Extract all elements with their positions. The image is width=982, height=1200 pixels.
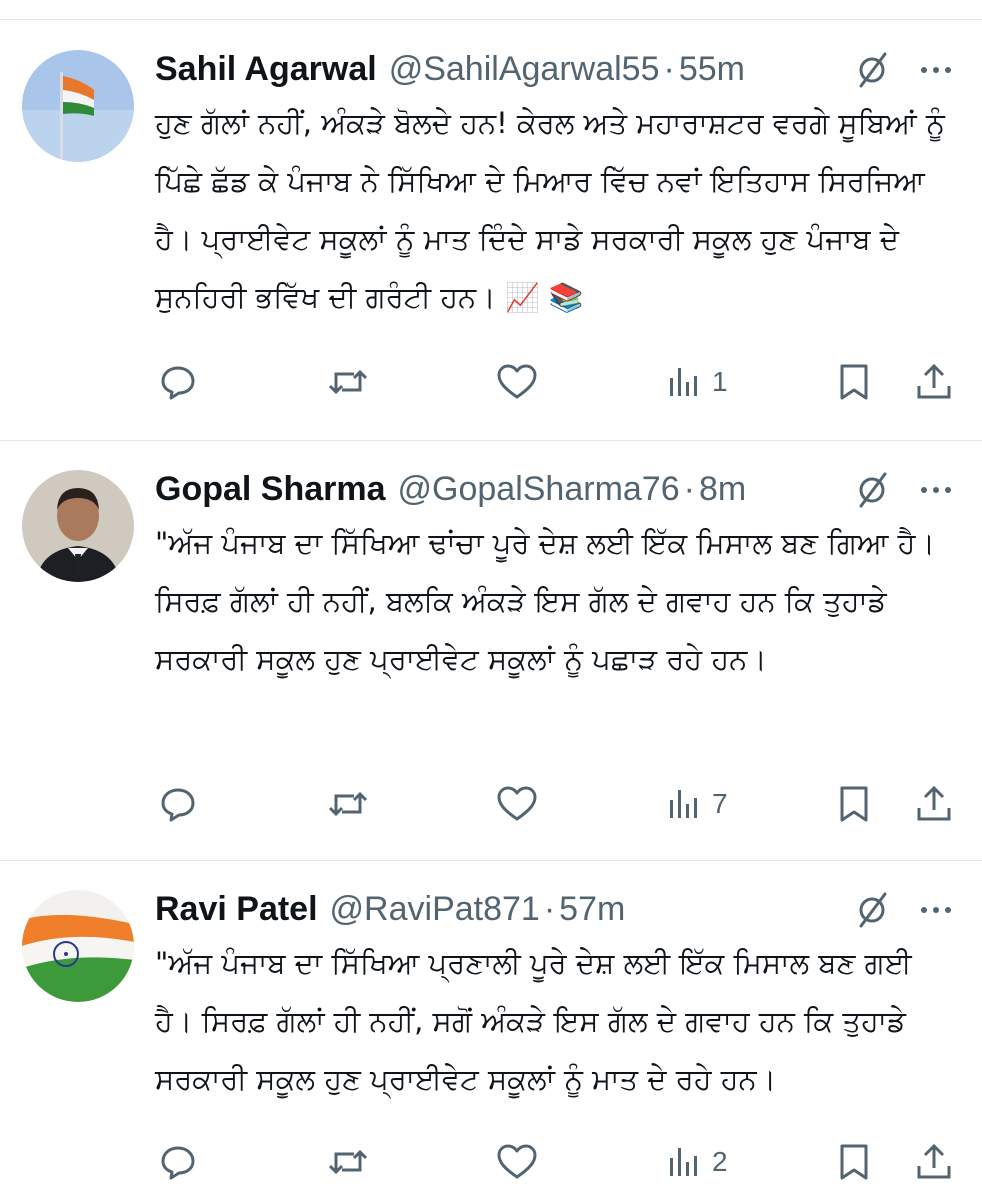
- share-icon: [917, 363, 951, 399]
- tweet-text: "ਅੱਜ ਪੰਜਾਬ ਦਾ ਸਿੱਖਿਆ ਢਾਂਚਾ ਪੂਰੇ ਦੇਸ਼ ਲਈ …: [155, 514, 955, 688]
- action-bar: 2: [0, 1140, 982, 1190]
- timestamp[interactable]: 57m: [559, 890, 625, 929]
- action-bar: 1: [0, 360, 982, 410]
- author-name[interactable]: Gopal Sharma: [155, 470, 386, 509]
- like-button[interactable]: [496, 782, 538, 826]
- more-icon[interactable]: [916, 470, 956, 510]
- repost-button[interactable]: [326, 782, 370, 826]
- repost-button[interactable]: [326, 360, 370, 404]
- like-icon: [497, 1144, 537, 1179]
- emoji: 📈 📚: [504, 281, 584, 314]
- views-button[interactable]: 1: [666, 360, 728, 404]
- like-icon: [497, 364, 537, 399]
- repost-icon: [328, 791, 368, 817]
- views-icon: [670, 790, 697, 818]
- avatar[interactable]: [22, 470, 134, 582]
- bookmark-button[interactable]: [836, 360, 872, 404]
- views-icon: [670, 1148, 697, 1176]
- author-handle[interactable]: @GopalSharma76: [398, 470, 680, 509]
- timestamp[interactable]: 55m: [679, 50, 745, 89]
- more-icon[interactable]: [916, 890, 956, 930]
- like-button[interactable]: [496, 360, 538, 404]
- separator: ·: [543, 890, 556, 928]
- reply-icon: [161, 1146, 195, 1180]
- author-handle[interactable]: @RaviPat871: [330, 890, 540, 929]
- bookmark-button[interactable]: [836, 782, 872, 826]
- author-name[interactable]: Sahil Agarwal: [155, 50, 377, 89]
- like-button[interactable]: [496, 1140, 538, 1184]
- timestamp[interactable]: 8m: [699, 470, 746, 509]
- reply-icon: [161, 366, 195, 400]
- tweet-header: Sahil Agarwal @SahilAgarwal55 · 55m: [155, 50, 745, 94]
- tweet-text: ਹੁਣ ਗੱਲਾਂ ਨਹੀਂ, ਅੰਕੜੇ ਬੋਲਦੇ ਹਨ! ਕੇਰਲ ਅਤੇ…: [155, 94, 955, 327]
- top-divider: [0, 19, 982, 20]
- views-icon: [670, 368, 697, 396]
- bookmark-icon: [840, 786, 868, 822]
- grok-icon[interactable]: [852, 50, 892, 90]
- views-button[interactable]: 2: [666, 1140, 728, 1184]
- avatar[interactable]: [22, 890, 134, 1002]
- bookmark-icon: [840, 364, 868, 400]
- tweet-text-content: "ਅੱਜ ਪੰਜਾਬ ਦਾ ਸਿੱਖਿਆ ਢਾਂਚਾ ਪੂਰੇ ਦੇਸ਼ ਲਈ …: [155, 526, 935, 676]
- author-name[interactable]: Ravi Patel: [155, 890, 318, 929]
- views-count: 2: [712, 1146, 728, 1177]
- reply-button[interactable]: [158, 782, 198, 826]
- separator: ·: [683, 470, 695, 508]
- bookmark-icon: [840, 1144, 868, 1180]
- tweet-text-content: "ਅੱਜ ਪੰਜਾਬ ਦਾ ਸਿੱਖਿਆ ਪ੍ਰਣਾਲੀ ਪੂਰੇ ਦੇਸ਼ ਲ…: [155, 946, 912, 1096]
- reply-icon: [161, 788, 195, 822]
- avatar[interactable]: [22, 50, 134, 162]
- repost-button[interactable]: [326, 1140, 370, 1184]
- bookmark-button[interactable]: [836, 1140, 872, 1184]
- share-button[interactable]: [914, 360, 954, 404]
- action-bar: 7: [0, 782, 982, 832]
- tweet-divider: [0, 440, 982, 441]
- views-count: 7: [712, 788, 728, 819]
- share-button[interactable]: [914, 1140, 954, 1184]
- share-icon: [917, 785, 951, 821]
- share-icon: [917, 1143, 951, 1179]
- separator: ·: [663, 50, 675, 88]
- more-icon[interactable]: [916, 50, 956, 90]
- tweet-divider: [0, 860, 982, 861]
- share-button[interactable]: [914, 782, 954, 826]
- grok-icon[interactable]: [852, 890, 892, 930]
- views-count: 1: [712, 366, 728, 397]
- reply-button[interactable]: [158, 360, 198, 404]
- reply-button[interactable]: [158, 1140, 198, 1184]
- views-button[interactable]: 7: [666, 782, 728, 826]
- repost-icon: [328, 369, 368, 395]
- grok-icon[interactable]: [852, 470, 892, 510]
- like-icon: [497, 786, 537, 821]
- author-handle[interactable]: @SahilAgarwal55: [389, 50, 660, 89]
- tweet-header: Ravi Patel @RaviPat871 · 57m: [155, 890, 625, 934]
- tweet-header: Gopal Sharma @GopalSharma76 · 8m: [155, 470, 746, 514]
- repost-icon: [328, 1149, 368, 1175]
- tweet-text: "ਅੱਜ ਪੰਜਾਬ ਦਾ ਸਿੱਖਿਆ ਪ੍ਰਣਾਲੀ ਪੂਰੇ ਦੇਸ਼ ਲ…: [155, 934, 955, 1108]
